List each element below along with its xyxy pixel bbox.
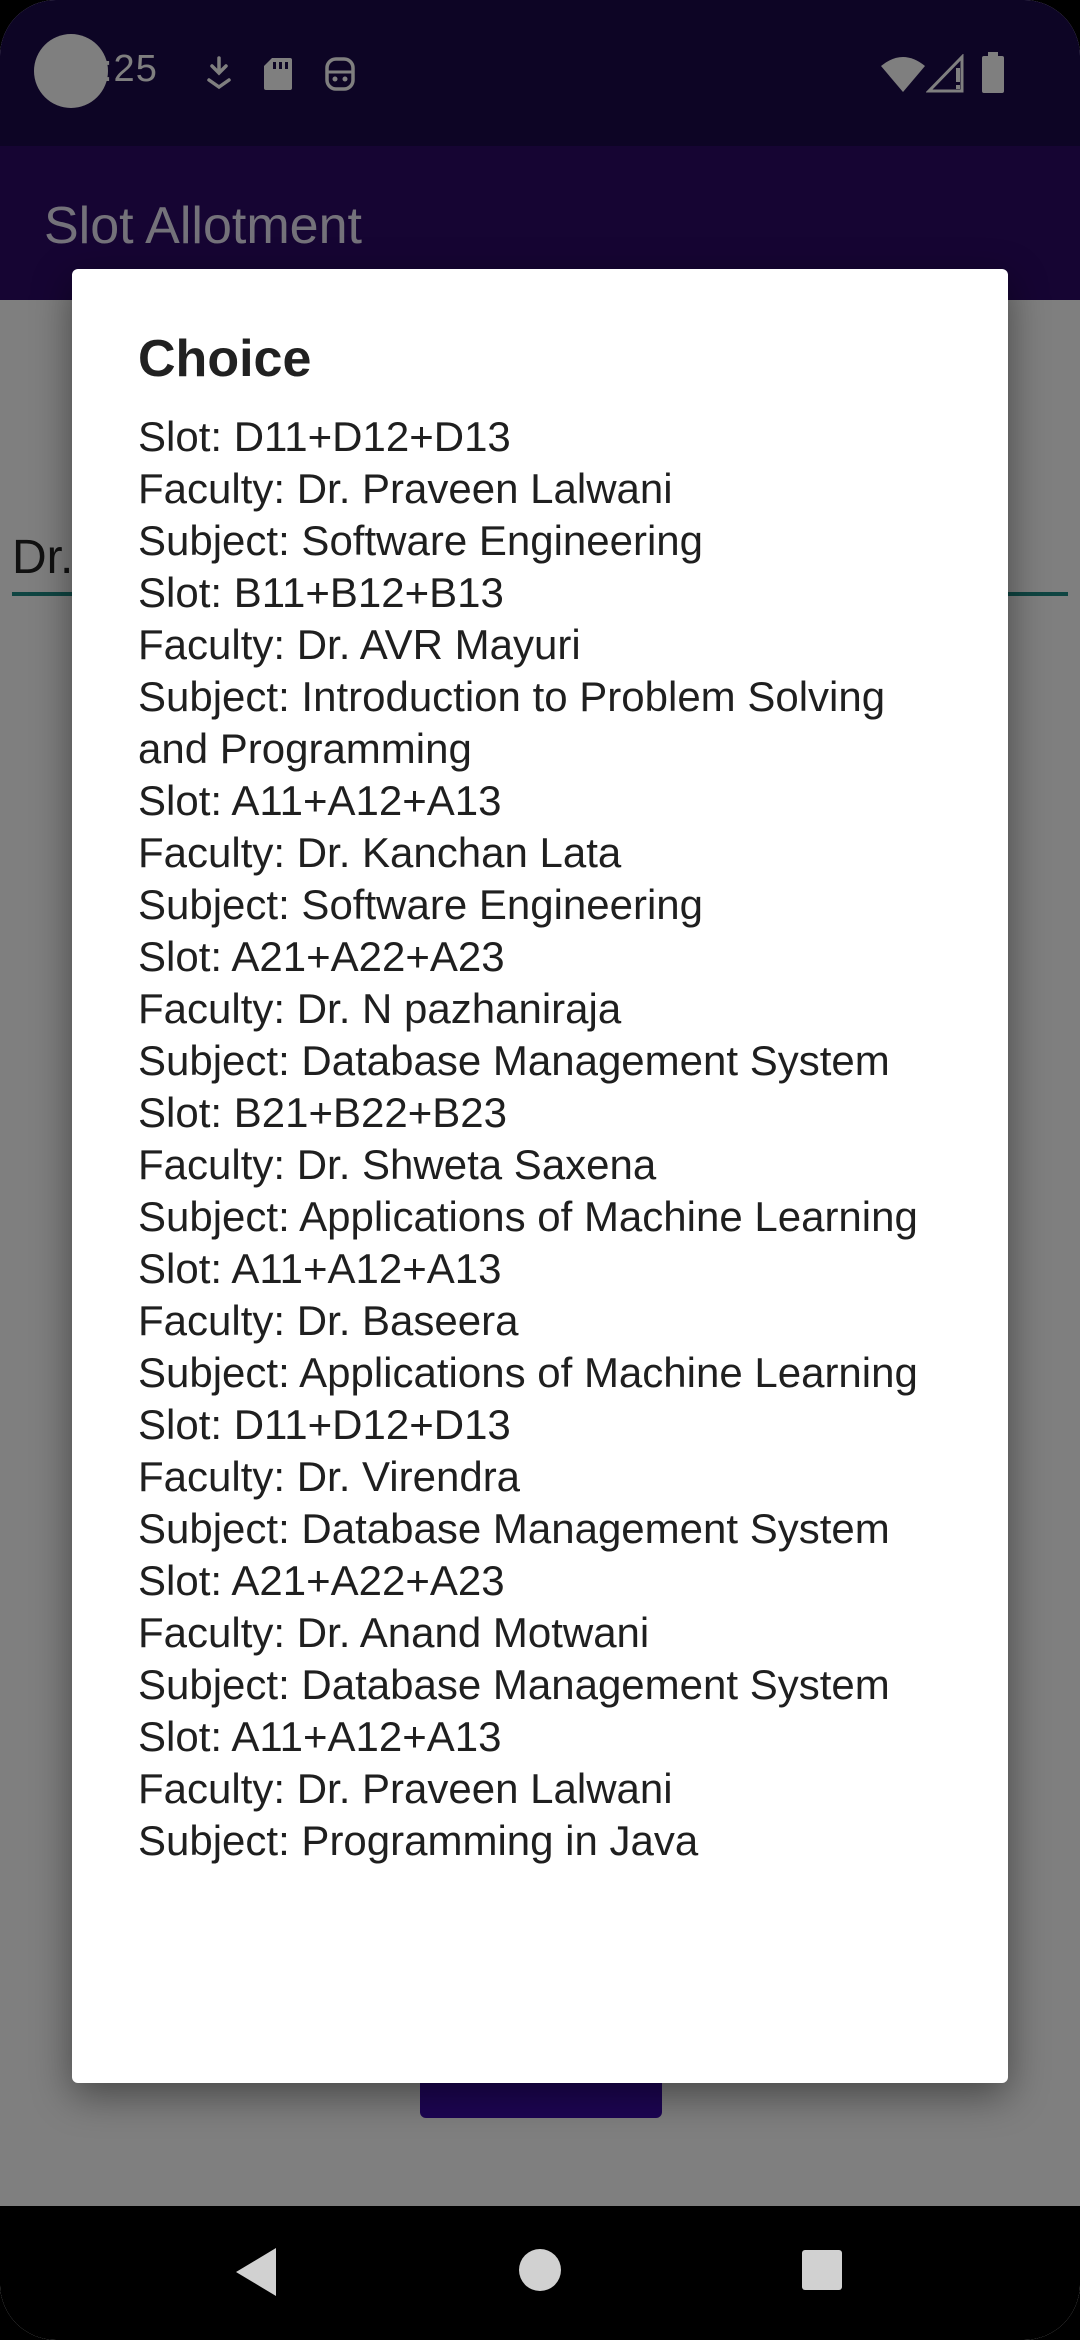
dialog-line: Slot: A11+A12+A13 <box>138 777 502 824</box>
dialog-line: Subject: Software Engineering <box>138 517 704 564</box>
navigation-bar <box>0 2206 1080 2340</box>
dialog-line: Slot: A21+A22+A23 <box>138 1557 505 1604</box>
dialog-line: Faculty: Dr. Virendra <box>138 1453 521 1500</box>
dialog-line: Faculty: Dr. N pazhaniraja <box>138 985 622 1032</box>
phone-screen: :25 Slot All <box>0 0 1080 2340</box>
dialog-line: Slot: A11+A12+A13 <box>138 1713 502 1760</box>
dialog-line: Faculty: Dr. Baseera <box>138 1297 519 1344</box>
back-icon[interactable] <box>232 2244 280 2300</box>
dialog-line: Faculty: Dr. Anand Motwani <box>138 1609 650 1656</box>
dialog-line: Subject: Introduction to Problem Solving… <box>138 673 886 772</box>
dialog-message: Slot: D11+D12+D13 Faculty: Dr. Praveen L… <box>138 411 942 1867</box>
dialog-line: Slot: D11+D12+D13 <box>138 1401 511 1448</box>
dialog-line: Slot: D11+D12+D13 <box>138 413 511 460</box>
dialog-line: Slot: B21+B22+B23 <box>138 1089 507 1136</box>
dialog-line: Slot: A11+A12+A13 <box>138 1245 502 1292</box>
dialog-line: Subject: Database Management System <box>138 1037 890 1084</box>
choice-dialog: Choice Slot: D11+D12+D13 Faculty: Dr. Pr… <box>72 269 1008 2083</box>
dialog-line: Subject: Applications of Machine Learnin… <box>138 1349 918 1396</box>
dialog-title: Choice <box>138 330 312 388</box>
dialog-line: Slot: B11+B12+B13 <box>138 569 504 616</box>
home-icon[interactable] <box>516 2246 564 2294</box>
dialog-line: Faculty: Dr. Kanchan Lata <box>138 829 622 876</box>
dialog-line: Subject: Software Engineering <box>138 881 704 928</box>
dialog-line: Subject: Programming in Java <box>138 1817 699 1864</box>
dialog-line: Faculty: Dr. AVR Mayuri <box>138 621 581 668</box>
dialog-line: Slot: A21+A22+A23 <box>138 933 505 980</box>
dialog-line: Subject: Database Management System <box>138 1505 890 1552</box>
dialog-line: Faculty: Dr. Praveen Lalwani <box>138 1765 673 1812</box>
dialog-line: Faculty: Dr. Shweta Saxena <box>138 1141 657 1188</box>
dialog-line: Subject: Database Management System <box>138 1661 890 1708</box>
dialog-line: Faculty: Dr. Praveen Lalwani <box>138 465 673 512</box>
recents-icon[interactable] <box>800 2248 844 2292</box>
dialog-line: Subject: Applications of Machine Learnin… <box>138 1193 918 1240</box>
